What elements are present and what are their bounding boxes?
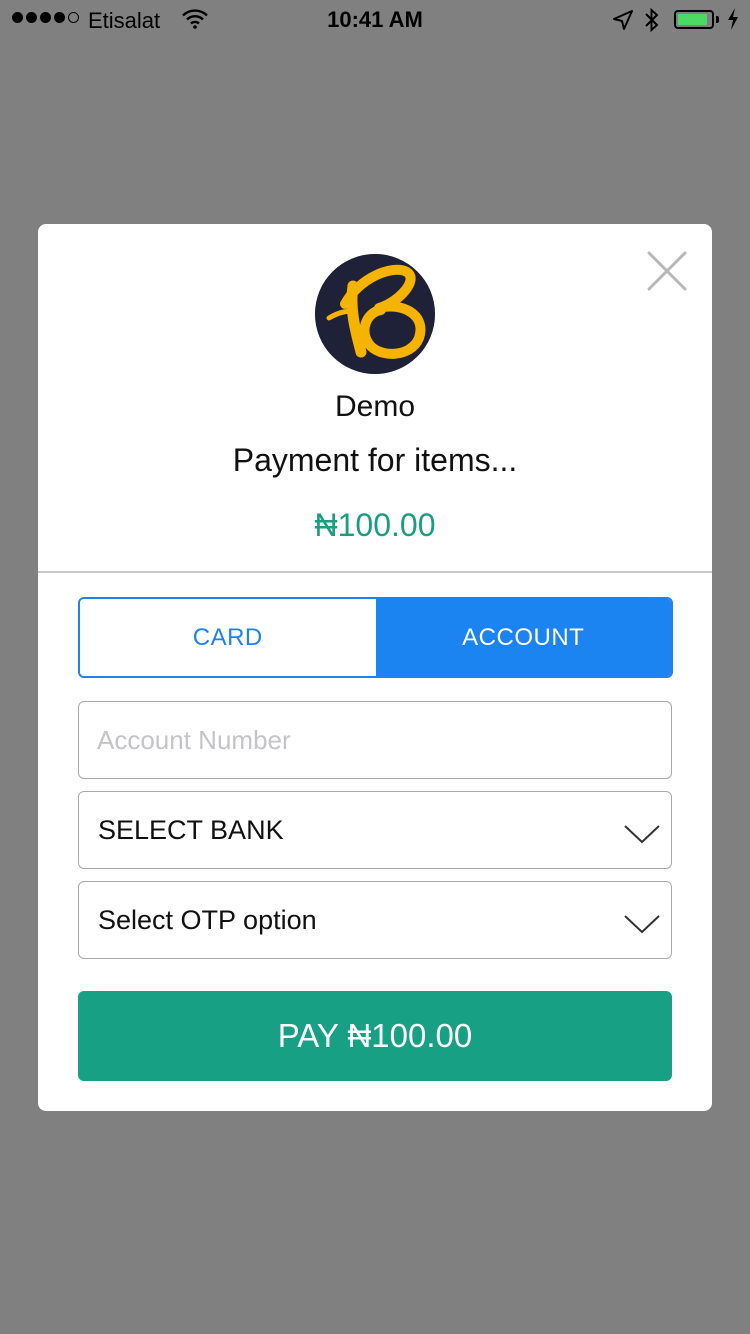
location-arrow-icon bbox=[612, 9, 634, 37]
select-bank-value: SELECT BANK bbox=[98, 814, 284, 845]
battery-nub bbox=[716, 16, 719, 23]
payment-description: Payment for items... bbox=[232, 442, 518, 478]
merchant-name: Demo bbox=[334, 390, 416, 423]
clock: 10:41 AM bbox=[327, 7, 423, 32]
merchant-logo bbox=[315, 254, 435, 374]
tab-card[interactable]: CARD bbox=[80, 599, 376, 676]
chevron-down-icon bbox=[623, 820, 661, 851]
account-number-field bbox=[78, 701, 672, 779]
tab-account[interactable]: ACCOUNT bbox=[375, 599, 671, 676]
account-number-input[interactable] bbox=[79, 702, 671, 778]
divider bbox=[38, 571, 712, 573]
select-otp-value: Select OTP option bbox=[98, 904, 317, 935]
close-icon[interactable] bbox=[646, 250, 688, 292]
payment-method-tabs: CARD ACCOUNT bbox=[78, 597, 673, 678]
bluetooth-icon bbox=[643, 7, 661, 39]
select-otp-dropdown[interactable]: Select OTP option bbox=[78, 881, 672, 959]
payment-modal: Demo Payment for items... ₦100.00 CARD A… bbox=[38, 224, 712, 1111]
pay-button[interactable]: PAY ₦100.00 bbox=[78, 991, 672, 1081]
battery-icon bbox=[674, 10, 714, 29]
status-bar: Etisalat 10:41 AM bbox=[0, 0, 750, 40]
charging-bolt-icon bbox=[726, 7, 740, 37]
chevron-down-icon bbox=[623, 910, 661, 941]
battery-level bbox=[678, 14, 707, 25]
select-bank-dropdown[interactable]: SELECT BANK bbox=[78, 791, 672, 869]
payment-amount: ₦100.00 bbox=[314, 507, 436, 543]
